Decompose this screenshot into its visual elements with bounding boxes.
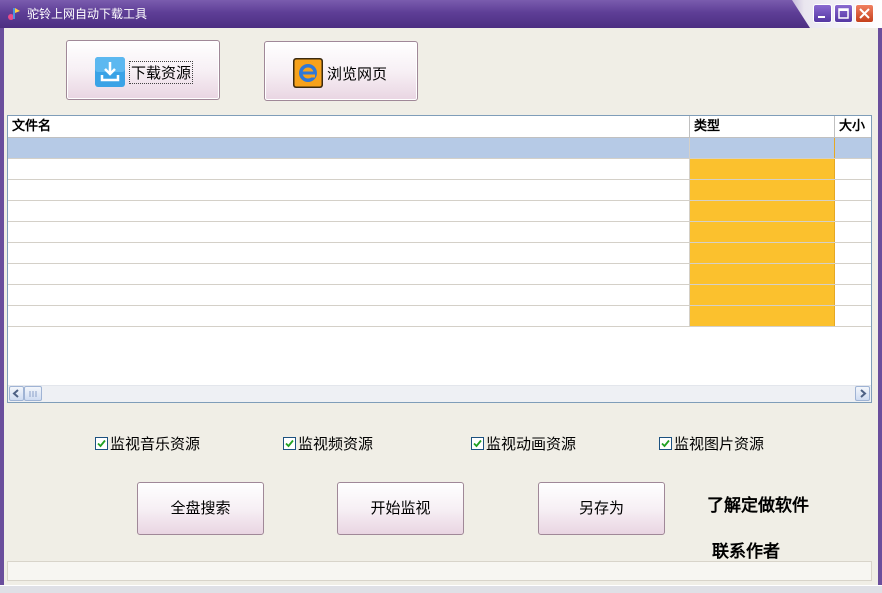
monitor-music-checkbox[interactable]: 监视音乐资源 [95, 433, 200, 454]
cell-size [835, 138, 871, 158]
chevron-left-icon [12, 389, 19, 398]
checkbox-box[interactable] [471, 437, 484, 450]
title-bar[interactable]: 驼铃上网自动下载工具 [0, 0, 882, 28]
checkbox-box[interactable] [659, 437, 672, 450]
grip-icon [29, 391, 37, 397]
cell-type [690, 138, 835, 158]
cell-name [8, 201, 690, 221]
cell-type [690, 306, 835, 326]
list-header: 文件名 类型 大小 [8, 116, 871, 138]
cell-type [690, 201, 835, 221]
checkmark-icon [285, 439, 294, 448]
cell-name [8, 222, 690, 242]
horizontal-scrollbar[interactable] [8, 385, 871, 402]
download-resources-label: 下载资源 [129, 61, 194, 84]
checkmark-icon [97, 439, 106, 448]
cell-size [835, 264, 871, 284]
cell-size [835, 201, 871, 221]
monitor-animation-checkbox[interactable]: 监视动画资源 [471, 433, 576, 454]
ie-browser-icon [293, 58, 323, 88]
table-row[interactable] [8, 264, 871, 285]
maximize-icon [838, 8, 849, 19]
browse-web-label: 浏览网页 [327, 65, 388, 83]
monitor-video-checkbox[interactable]: 监视频资源 [283, 433, 373, 454]
cell-name [8, 306, 690, 326]
scroll-thumb[interactable] [24, 386, 42, 401]
cell-size [835, 222, 871, 242]
minimize-button[interactable] [813, 4, 832, 23]
monitor-image-label: 监视图片资源 [674, 435, 765, 453]
app-logo-icon [8, 8, 20, 20]
close-button[interactable] [855, 4, 874, 23]
table-row[interactable] [8, 285, 871, 306]
column-header-type[interactable]: 类型 [690, 116, 835, 137]
checkbox-box[interactable] [95, 437, 108, 450]
monitor-video-label: 监视频资源 [298, 435, 374, 453]
browse-web-button[interactable]: 浏览网页 [264, 41, 418, 101]
table-row[interactable] [8, 180, 871, 201]
table-row[interactable] [8, 243, 871, 264]
table-row[interactable] [8, 138, 871, 159]
cell-type [690, 180, 835, 200]
cell-size [835, 285, 871, 305]
custom-software-link[interactable]: 了解定做软件 [707, 491, 809, 516]
cell-name [8, 285, 690, 305]
cell-size [835, 243, 871, 263]
app-window: 驼铃上网自动下载工具 下载资源 浏览网页 文件名 类型 大小 监视音乐资源 监视… [0, 0, 882, 593]
monitor-music-label: 监视音乐资源 [110, 435, 201, 453]
table-row[interactable] [8, 222, 871, 243]
monitor-animation-label: 监视动画资源 [486, 435, 577, 453]
save-as-button[interactable]: 另存为 [538, 482, 665, 535]
checkmark-icon [661, 439, 670, 448]
table-row[interactable] [8, 201, 871, 222]
cell-type [690, 222, 835, 242]
window-bottom-edge [0, 585, 882, 593]
checkmark-icon [473, 439, 482, 448]
cell-size [835, 306, 871, 326]
table-row[interactable] [8, 306, 871, 327]
scroll-right-button[interactable] [855, 386, 870, 401]
contact-author-link[interactable]: 联系作者 [712, 537, 780, 562]
resource-list[interactable]: 文件名 类型 大小 [7, 115, 872, 403]
scroll-left-button[interactable] [9, 386, 24, 401]
minimize-icon [818, 16, 825, 18]
cell-type [690, 159, 835, 179]
window-frame-left [0, 28, 4, 593]
download-icon [95, 57, 125, 87]
maximize-button[interactable] [834, 4, 853, 23]
column-header-filename[interactable]: 文件名 [8, 116, 690, 137]
close-icon [859, 8, 870, 19]
status-bar [7, 561, 872, 581]
table-row[interactable] [8, 159, 871, 180]
cell-name [8, 138, 690, 158]
start-monitor-button[interactable]: 开始监视 [337, 482, 464, 535]
cell-name [8, 264, 690, 284]
search-all-button[interactable]: 全盘搜索 [137, 482, 264, 535]
column-header-size[interactable]: 大小 [835, 116, 871, 137]
checkbox-box[interactable] [283, 437, 296, 450]
window-title: 驼铃上网自动下载工具 [27, 7, 148, 21]
cell-name [8, 180, 690, 200]
cell-size [835, 180, 871, 200]
cell-type [690, 264, 835, 284]
monitor-image-checkbox[interactable]: 监视图片资源 [659, 433, 764, 454]
cell-type [690, 285, 835, 305]
download-resources-button[interactable]: 下载资源 [66, 40, 220, 100]
chevron-right-icon [860, 389, 867, 398]
cell-name [8, 243, 690, 263]
cell-size [835, 159, 871, 179]
window-frame-right [878, 28, 882, 593]
cell-name [8, 159, 690, 179]
cell-type [690, 243, 835, 263]
